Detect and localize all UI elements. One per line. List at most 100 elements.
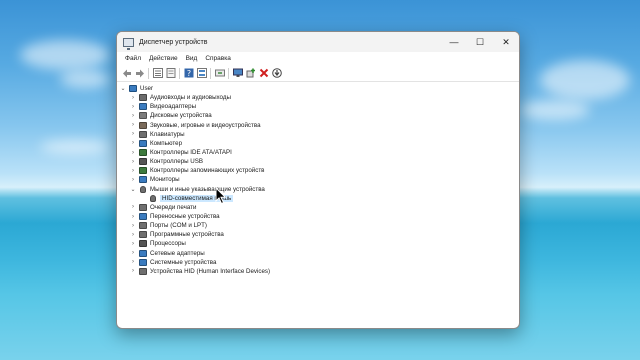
chevron-right-icon[interactable]: › [129,250,137,256]
tree-item-label: Переносные устройства [150,213,220,221]
tree-category-item[interactable]: › Переносные устройства [117,212,519,221]
chevron-right-icon[interactable]: › [129,140,137,146]
software-device-icon [139,231,147,239]
chevron-right-icon[interactable]: › [129,241,137,247]
system-device-icon [139,258,147,266]
title-bar[interactable]: Диспетчер устройств — ☐ ✕ [117,32,519,52]
speaker-icon [139,94,147,102]
close-button[interactable]: ✕ [493,32,519,52]
chevron-right-icon[interactable]: › [129,150,137,156]
tree-item-label: Звуковые, игровые и видеоустройства [150,121,261,129]
menu-action[interactable]: Действие [145,55,182,62]
tree-item-label: Компьютер [150,139,183,147]
computer-icon [139,139,147,147]
menu-help[interactable]: Справка [201,55,235,62]
chevron-right-icon[interactable]: › [129,159,137,165]
keyboard-icon [139,130,147,138]
tree-category-item[interactable]: › Системные устройства [117,258,519,267]
tree-item-label: Системные устройства [150,258,217,266]
properties-list-icon[interactable] [152,68,163,79]
chevron-right-icon[interactable]: › [129,95,137,101]
cloud [60,70,110,88]
properties-icon[interactable] [165,68,176,79]
tree-category-item[interactable]: › Клавиатуры [117,130,519,139]
help-icon[interactable]: ? [183,68,194,79]
device-list-icon[interactable] [196,68,207,79]
chevron-right-icon[interactable]: › [129,204,137,210]
tree-category-item[interactable]: › Порты (COM и LPT) [117,221,519,230]
toolbar-separator [148,67,149,79]
chevron-right-icon[interactable]: › [129,214,137,220]
refresh-scan-icon[interactable] [214,68,225,79]
tree-category-item[interactable]: › Компьютер [117,139,519,148]
tree-item-label: Очереди печати [150,203,197,211]
ide-controller-icon [139,149,147,157]
chevron-right-icon[interactable]: › [129,177,137,183]
window-controls: — ☐ ✕ [441,32,519,52]
svg-text:?: ? [186,69,190,78]
toolbar-separator [228,67,229,79]
disk-icon [139,112,147,120]
chevron-right-icon[interactable]: › [129,232,137,238]
tree-category-item[interactable]: › Дисковые устройства [117,111,519,120]
tree-category-item[interactable]: › Очереди печати [117,203,519,212]
tree-category-item[interactable]: › Звуковые, игровые и видеоустройства [117,121,519,130]
tree-item-label: Программные устройства [150,231,224,239]
chevron-right-icon[interactable]: › [129,104,137,110]
chevron-down-icon[interactable]: ⌄ [129,186,137,193]
tree-item-label: Сетевые адаптеры [150,249,205,257]
chevron-right-icon[interactable]: › [129,223,137,229]
tree-item-label: Видеоадаптеры [150,103,197,111]
menu-view[interactable]: Вид [182,55,202,62]
tree-category-item[interactable]: › Программные устройства [117,230,519,239]
chevron-right-icon[interactable]: › [129,168,137,174]
portable-device-icon [139,213,147,221]
processor-icon [139,240,147,248]
chevron-right-icon[interactable]: › [129,268,137,274]
maximize-button[interactable]: ☐ [467,32,493,52]
chevron-right-icon[interactable]: › [129,131,137,137]
tree-category-item[interactable]: › Устройства HID (Human Interface Devices… [117,267,519,276]
uninstall-x-icon[interactable] [258,68,269,79]
chevron-down-icon[interactable]: ⌄ [119,85,127,92]
cloud [540,60,630,100]
tree-category-item[interactable]: › Аудиовходы и аудиовыходы [117,93,519,102]
computer-icon [129,85,137,93]
minimize-button[interactable]: — [441,32,467,52]
tree-category-item[interactable]: › Контроллеры запоминающих устройств [117,166,519,175]
cloud [40,140,110,154]
display-adapter-icon [139,103,147,111]
tree-root[interactable]: ⌄ User [117,84,519,93]
toolbar: ? [117,65,519,82]
monitor-icon[interactable] [232,68,243,79]
window-title: Диспетчер устройств [139,38,208,46]
toolbar-separator [210,67,211,79]
back-arrow-icon[interactable] [121,68,132,79]
forward-arrow-icon[interactable] [134,68,145,79]
tree-item-label: Устройства HID (Human Interface Devices) [150,267,271,275]
tree-item-label: Мониторы [150,176,180,184]
tree-category-item[interactable]: › Мониторы [117,175,519,184]
menu-file[interactable]: Файл [121,55,145,62]
download-driver-icon[interactable] [271,68,282,79]
tree-device-item[interactable]: HID-совместимая мышь [117,194,519,203]
mouse-icon [140,185,146,193]
mouse-pointer-icon [215,187,227,205]
network-adapter-icon [139,249,147,257]
toolbar-separator [179,67,180,79]
chevron-right-icon[interactable]: › [129,122,137,128]
tree-category-item[interactable]: › Процессоры [117,239,519,248]
tree-category-item[interactable]: › Контроллеры USB [117,157,519,166]
tree-item-label: Порты (COM и LPT) [150,222,207,230]
tree-category-item[interactable]: › Контроллеры IDE ATA/ATAPI [117,148,519,157]
tree-item-label: Контроллеры USB [150,158,204,166]
device-tree: ⌄ User › Аудиовходы и аудиовыходы › Видеоадап… [117,82,519,276]
device-manager-window: Диспетчер устройств — ☐ ✕ Файл Действие … [116,31,520,329]
tree-item-label: Контроллеры IDE ATA/ATAPI [150,149,232,157]
chevron-right-icon[interactable]: › [129,259,137,265]
chevron-right-icon[interactable]: › [129,113,137,119]
tree-category-item[interactable]: › Видеоадаптеры [117,102,519,111]
tree-category-item[interactable]: › Сетевые адаптеры [117,249,519,258]
add-driver-icon[interactable] [245,68,256,79]
tree-category-item[interactable]: ⌄ Мыши и иные указывающие устройства [117,185,519,194]
